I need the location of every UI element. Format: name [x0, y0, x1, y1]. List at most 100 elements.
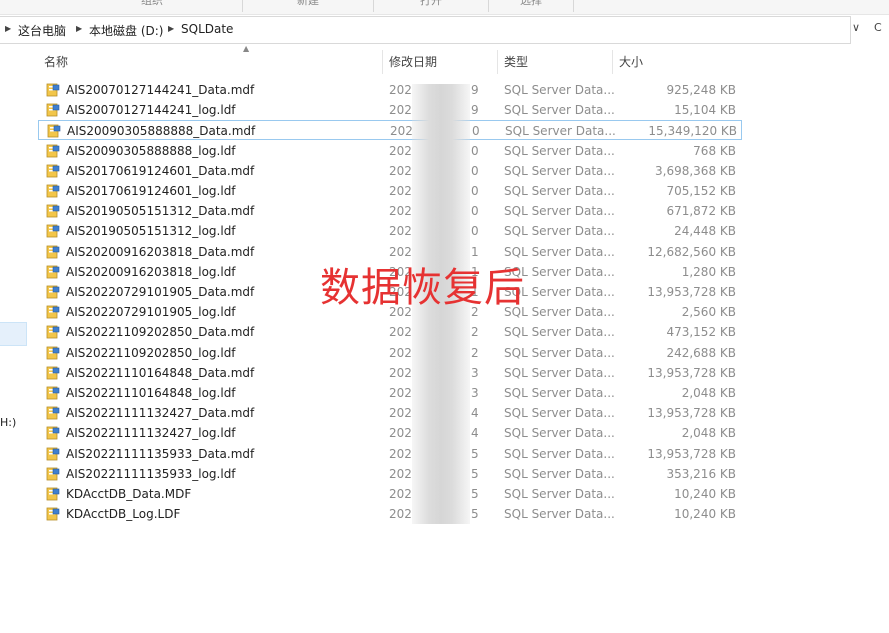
- sql-database-file-icon: [46, 103, 60, 117]
- file-size: 3,698,368 KB: [655, 163, 736, 178]
- file-type: SQL Server Data...: [504, 204, 614, 219]
- file-row[interactable]: AIS20221111135933_Data.mdf 202 5 SQL Server…: [38, 444, 742, 464]
- sql-database-file-icon-graphic: [46, 83, 60, 97]
- address-bar[interactable]: ▶ 这台电脑 ▶ 本地磁盘 (D:) ▶ SQLDate: [0, 16, 851, 44]
- breadcrumb-local-disk[interactable]: 本地磁盘 (D:): [89, 22, 163, 39]
- file-date-suffix: 5: [471, 446, 479, 461]
- file-row[interactable]: KDAcctDB_Log.LDF 202 5 SQL Server Data... 10…: [38, 504, 742, 524]
- sql-database-file-icon: [46, 447, 60, 461]
- file-row[interactable]: AIS20190505151312_Data.mdf 202 0 SQL Server…: [38, 201, 742, 221]
- nav-drive-label[interactable]: H:): [0, 416, 16, 429]
- file-row[interactable]: AIS20170619124601_Data.mdf 202 0 SQL Server…: [38, 161, 742, 181]
- file-row[interactable]: KDAcctDB_Data.MDF 202 5 SQL Server Data... 1…: [38, 484, 742, 504]
- file-row[interactable]: AIS20090305888888_log.ldf 202 0 SQL Server …: [38, 141, 742, 161]
- file-size: 15,104 KB: [674, 103, 736, 118]
- file-type: SQL Server Data...: [504, 487, 614, 501]
- file-date-prefix: 202: [390, 124, 413, 139]
- ribbon-group-open[interactable]: 打开: [374, 0, 489, 12]
- sql-database-file-icon: [46, 285, 60, 299]
- sql-database-file-icon-graphic: [46, 144, 60, 157]
- file-type: SQL Server Data...: [504, 143, 614, 158]
- address-dropdown-icon[interactable]: ∨: [852, 21, 860, 34]
- file-date-prefix: 202: [389, 163, 412, 178]
- file-size: 925,248 KB: [666, 83, 736, 97]
- breadcrumb-arrow-icon[interactable]: ▶: [5, 24, 11, 33]
- file-size: 13,953,728 KB: [647, 285, 736, 299]
- file-date-suffix: 0: [471, 163, 479, 178]
- file-date-prefix: 202: [389, 184, 412, 198]
- file-type: SQL Server Data...: [504, 466, 614, 481]
- column-name[interactable]: 名称: [38, 50, 383, 74]
- file-name: AIS20221109202850_log.ldf: [66, 345, 236, 360]
- sql-database-file-icon: [46, 325, 60, 339]
- column-header: ▲ 名称 修改日期 类型 大小: [38, 44, 742, 74]
- file-name: AIS20221111135933_Data.mdf: [66, 446, 255, 461]
- breadcrumb-this-pc[interactable]: 这台电脑: [18, 22, 66, 39]
- column-date-modified[interactable]: 修改日期: [383, 50, 498, 74]
- file-size: 13,953,728 KB: [647, 406, 736, 421]
- file-date-suffix: 0: [471, 143, 479, 158]
- sql-database-file-icon: [46, 184, 60, 198]
- ribbon-group-organize[interactable]: 组织: [62, 0, 243, 12]
- breadcrumb-arrow-icon[interactable]: ▶: [168, 24, 174, 33]
- file-row[interactable]: AIS20221109202850_Data.mdf 202 2 SQL Server…: [38, 322, 742, 342]
- sql-database-file-icon-graphic: [46, 447, 60, 460]
- file-name: AIS20190505151312_log.ldf: [66, 224, 236, 239]
- file-date-suffix: 0: [471, 184, 479, 198]
- column-size[interactable]: 大小: [613, 50, 742, 74]
- file-date-prefix: 202: [389, 103, 412, 118]
- file-date-prefix: 202: [389, 406, 412, 421]
- ribbon-group-select[interactable]: 选择: [489, 0, 574, 12]
- file-row[interactable]: AIS20070127144241_log.ldf 202 9 SQL Server …: [38, 100, 742, 120]
- column-type[interactable]: 类型: [498, 50, 613, 74]
- sql-database-file-icon-graphic: [46, 325, 60, 339]
- file-row[interactable]: AIS20221110164848_Data.mdf 202 3 SQL Server…: [38, 363, 742, 383]
- sql-database-file-icon: [46, 406, 60, 420]
- sql-database-file-icon-graphic: [46, 487, 60, 501]
- refresh-icon[interactable]: C: [874, 21, 882, 34]
- file-row[interactable]: AIS20221111132427_log.ldf 202 4 SQL Server …: [38, 423, 742, 443]
- file-row[interactable]: AIS20221111132427_Data.mdf 202 4 SQL Server…: [38, 403, 742, 423]
- sql-database-file-icon: [46, 386, 60, 400]
- breadcrumb-arrow-icon[interactable]: ▶: [76, 24, 82, 33]
- file-row[interactable]: AIS20221109202850_log.ldf 202 2 SQL Server …: [38, 343, 742, 363]
- sql-database-file-icon-graphic: [46, 265, 60, 279]
- sql-database-file-icon: [46, 83, 60, 97]
- file-size: 10,240 KB: [674, 507, 736, 522]
- file-row[interactable]: AIS20170619124601_log.ldf 202 0 SQL Server …: [38, 181, 742, 201]
- breadcrumb-sqldate[interactable]: SQLDate: [181, 22, 233, 36]
- file-size: 2,560 KB: [681, 305, 736, 320]
- ribbon-group-new[interactable]: 新建: [243, 0, 374, 12]
- sql-database-file-icon: [46, 265, 60, 279]
- navigation-pane: H:): [0, 44, 27, 633]
- file-name: AIS20090305888888_Data.mdf: [67, 124, 256, 139]
- file-date-prefix: 202: [389, 224, 412, 239]
- file-row[interactable]: AIS20070127144241_Data.mdf 202 9 SQL Server…: [38, 80, 742, 100]
- sql-database-file-icon: [46, 507, 60, 521]
- sql-database-file-icon-graphic: [47, 124, 61, 138]
- file-name: AIS20221110164848_log.ldf: [66, 386, 236, 400]
- sql-database-file-icon-graphic: [46, 467, 60, 481]
- file-size: 24,448 KB: [674, 224, 736, 239]
- sql-database-file-icon-graphic: [46, 406, 60, 420]
- file-date-prefix: 202: [389, 466, 412, 481]
- sql-database-file-icon-graphic: [46, 426, 60, 440]
- file-row[interactable]: AIS20090305888888_Data.mdf 202 0 SQL Server…: [38, 120, 742, 141]
- file-date-prefix: 202: [389, 426, 412, 441]
- sql-database-file-icon: [47, 124, 61, 138]
- file-name: AIS20170619124601_log.ldf: [66, 184, 236, 198]
- sql-database-file-icon-graphic: [46, 285, 60, 299]
- file-size: 705,152 KB: [666, 184, 736, 198]
- file-size: 242,688 KB: [666, 345, 736, 360]
- sql-database-file-icon: [46, 467, 60, 481]
- file-size: 13,953,728 KB: [647, 365, 736, 380]
- file-name: AIS20221110164848_Data.mdf: [66, 365, 255, 380]
- file-row[interactable]: AIS20190505151312_log.ldf 202 0 SQL Server …: [38, 221, 742, 241]
- file-type: SQL Server Data...: [504, 345, 614, 360]
- file-row[interactable]: AIS20221111135933_log.ldf 202 5 SQL Server …: [38, 464, 742, 484]
- file-date-suffix: 9: [471, 83, 479, 97]
- file-size: 768 KB: [693, 143, 736, 158]
- file-date-prefix: 202: [389, 446, 412, 461]
- file-row[interactable]: AIS20221110164848_log.ldf 202 3 SQL Server …: [38, 383, 742, 403]
- nav-selected-item[interactable]: [0, 322, 27, 346]
